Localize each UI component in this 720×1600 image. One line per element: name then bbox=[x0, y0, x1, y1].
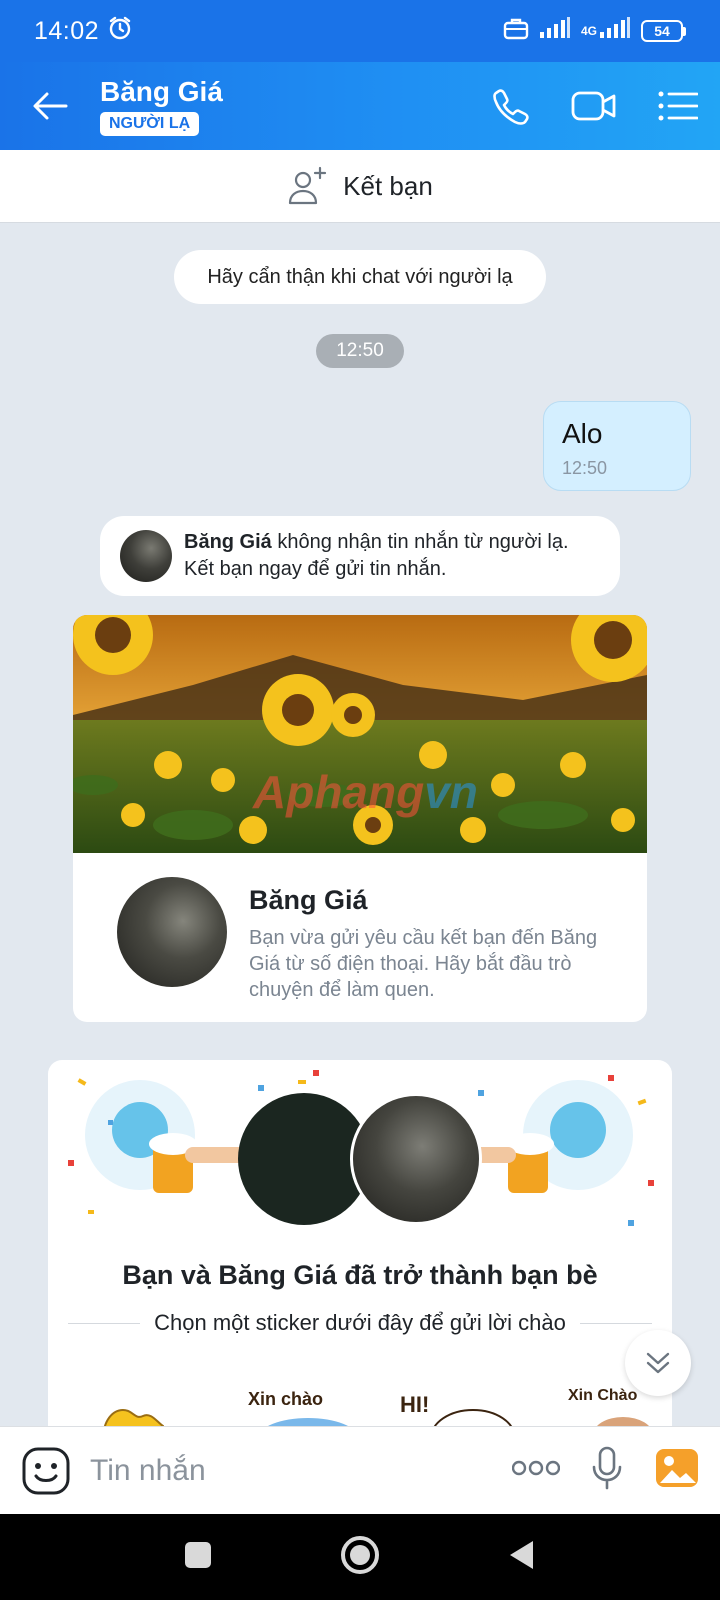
triangle-back-icon bbox=[509, 1540, 533, 1569]
battery-icon: 54 bbox=[641, 20, 686, 42]
add-user-icon bbox=[289, 166, 327, 205]
signal-icon-2 bbox=[599, 16, 631, 46]
signal-icon bbox=[539, 16, 571, 46]
status-time: 14:02 bbox=[34, 16, 100, 45]
friend-card-subtitle: Chọn một sticker dưới đây để gửi lời chà… bbox=[154, 1310, 566, 1335]
image-icon bbox=[656, 1449, 698, 1487]
photo-button[interactable] bbox=[654, 1447, 700, 1494]
divider bbox=[68, 1322, 141, 1324]
profile-avatar[interactable] bbox=[117, 877, 227, 987]
stranger-badge: NGƯỜI LẠ bbox=[100, 112, 200, 136]
system-notice-text-2: Kết bạn ngay để gửi tin nhắn. bbox=[184, 558, 447, 580]
profile-name: Băng Giá bbox=[249, 885, 368, 915]
add-friend-label: Kết bạn bbox=[343, 170, 433, 201]
network-type-label: 4G bbox=[580, 24, 597, 38]
divider bbox=[579, 1322, 652, 1324]
system-notice-name: Băng Giá bbox=[184, 531, 272, 553]
square-icon bbox=[185, 1541, 212, 1568]
phone-icon bbox=[493, 89, 529, 125]
list-menu-icon bbox=[658, 91, 698, 121]
battery-level: 54 bbox=[641, 20, 683, 42]
sticker-label-2: HI! bbox=[400, 1392, 429, 1417]
work-profile-icon bbox=[503, 16, 529, 47]
friend-added-card: Bạn và Băng Giá đã trở thành bạn bè Chọn… bbox=[48, 1060, 672, 1440]
message-time: 12:50 bbox=[562, 458, 608, 478]
recents-button[interactable] bbox=[183, 1540, 213, 1575]
back-button[interactable] bbox=[0, 62, 100, 150]
sticker-label-1: Xin chào bbox=[248, 1389, 323, 1409]
system-back-button[interactable] bbox=[507, 1539, 537, 1576]
friend-card-title: Bạn và Băng Giá đã trở thành bạn bè bbox=[122, 1260, 598, 1290]
voice-record-button[interactable] bbox=[590, 1445, 624, 1496]
message-input[interactable]: Tin nhắn bbox=[90, 1454, 206, 1488]
more-options-button[interactable] bbox=[511, 1460, 561, 1481]
alarm-icon bbox=[107, 15, 133, 48]
sticker-label-3: Xin Chào bbox=[568, 1387, 638, 1404]
message-composer: Tin nhắn bbox=[0, 1426, 720, 1514]
sent-message-bubble[interactable]: Alo 12:50 bbox=[543, 401, 691, 491]
message-text: Alo bbox=[562, 418, 603, 449]
time-divider: 12:50 bbox=[316, 334, 404, 368]
emoji-icon bbox=[22, 1447, 70, 1494]
arrow-left-icon bbox=[33, 92, 68, 120]
stranger-warning: Hãy cẩn thận khi chat với người lạ bbox=[174, 250, 546, 304]
chat-header: Băng Giá NGƯỜI LẠ bbox=[0, 62, 720, 150]
cover-photo: Aphangvn bbox=[73, 615, 647, 853]
status-bar: 14:02 4G 54 bbox=[0, 0, 720, 62]
watermark-logo: Aphangvn bbox=[253, 766, 478, 818]
contact-title-area[interactable]: Băng Giá NGƯỜI LẠ bbox=[100, 76, 223, 136]
system-nav-bar bbox=[0, 1514, 720, 1600]
circle-icon bbox=[340, 1535, 379, 1574]
video-camera-icon bbox=[571, 91, 616, 121]
system-notice: Băng Giá không nhận tin nhắn từ người lạ… bbox=[100, 516, 620, 596]
sticker-button[interactable] bbox=[20, 1445, 72, 1497]
avatar[interactable] bbox=[120, 530, 172, 582]
menu-button[interactable] bbox=[636, 62, 720, 150]
profile-description: Bạn vừa gửi yêu cầu kết bạn đến Băng Giá… bbox=[249, 927, 598, 1001]
more-dots-icon bbox=[511, 1460, 561, 1476]
microphone-icon bbox=[592, 1446, 622, 1490]
double-chevron-down-icon bbox=[646, 1352, 670, 1374]
system-notice-text: không nhận tin nhắn từ người lạ. bbox=[271, 531, 569, 553]
voice-call-button[interactable] bbox=[468, 62, 552, 150]
profile-card[interactable]: Aphangvn Băng Giá Bạn vừa gửi yêu cầu kế… bbox=[73, 615, 647, 1022]
scroll-to-bottom-button[interactable] bbox=[625, 1330, 691, 1396]
video-call-button[interactable] bbox=[552, 62, 636, 150]
home-button[interactable] bbox=[340, 1535, 380, 1580]
friend-avatar[interactable] bbox=[350, 1093, 482, 1225]
contact-name: Băng Giá bbox=[100, 76, 223, 107]
add-friend-button[interactable]: Kết bạn bbox=[0, 150, 720, 223]
